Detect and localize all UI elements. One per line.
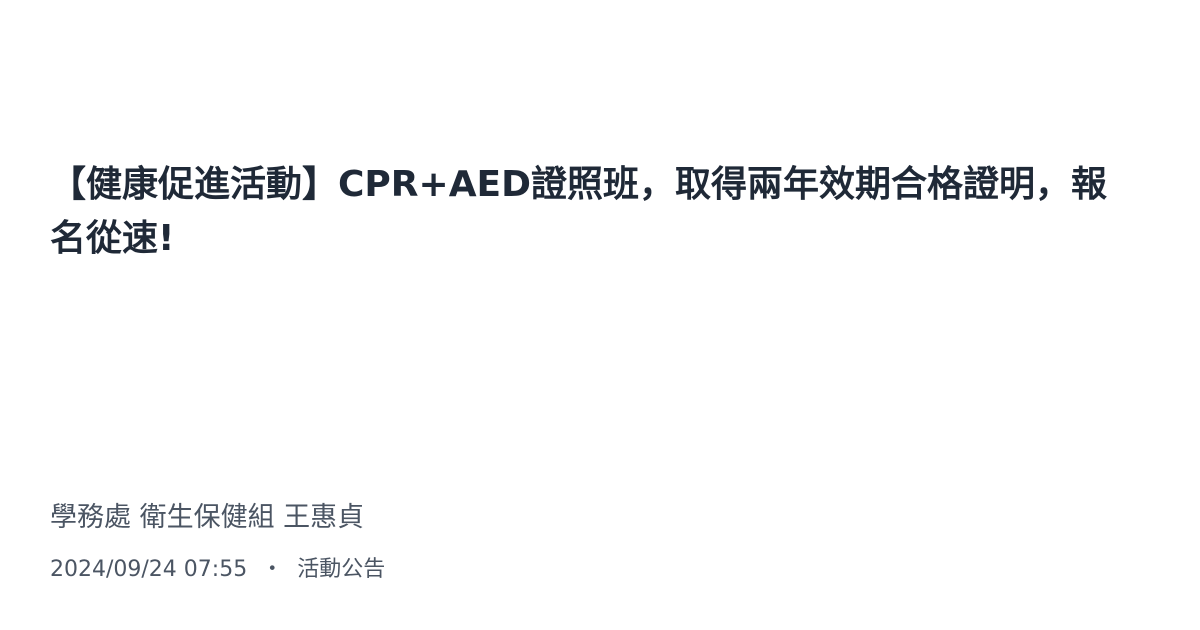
post-category: 活動公告 — [297, 557, 386, 582]
post-datetime: 2024/09/24 07:55 — [50, 557, 248, 582]
announcement-card: 【健康促進活動】CPR+AED證照班，取得兩年效期合格證明，報名從速! 學務處 … — [0, 0, 1200, 630]
meta-separator: ・ — [261, 557, 284, 582]
post-meta: 2024/09/24 07:55 ・活動公告 — [50, 555, 385, 585]
post-author: 學務處 衛生保健組 王惠貞 — [50, 502, 365, 533]
post-title: 【健康促進活動】CPR+AED證照班，取得兩年效期合格證明，報名從速! — [50, 164, 1108, 259]
